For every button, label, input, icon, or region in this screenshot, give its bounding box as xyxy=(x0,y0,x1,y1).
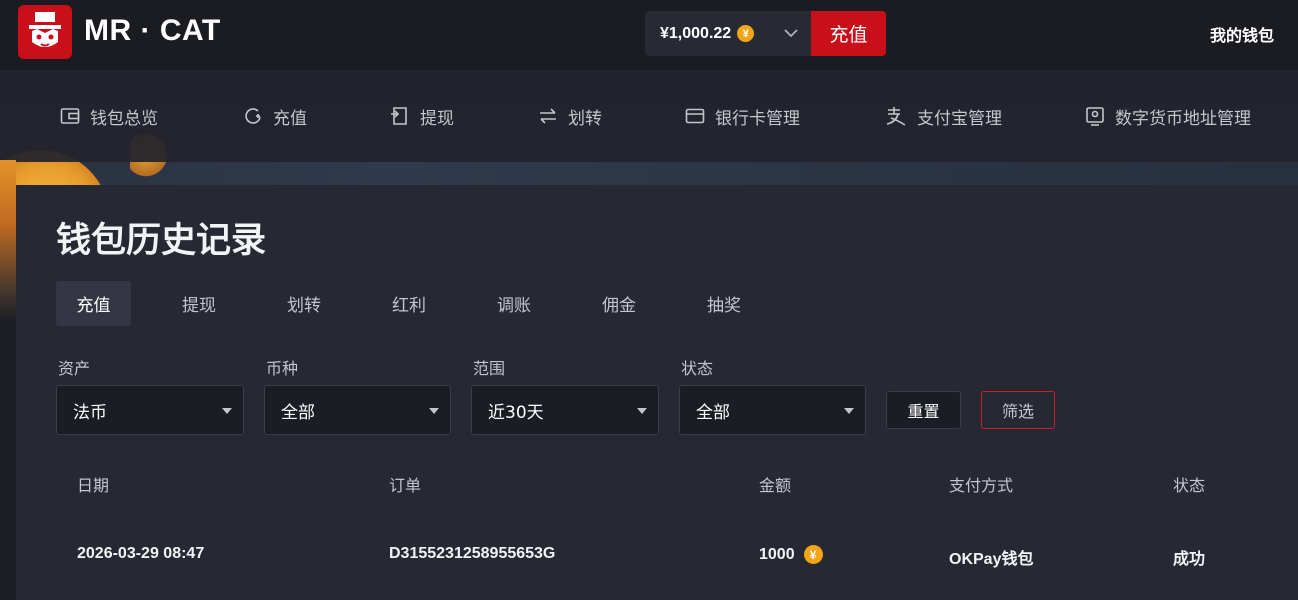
nav-item-recharge[interactable]: 充值 xyxy=(243,104,307,129)
column-header-order: 订单 xyxy=(389,476,422,495)
status-select[interactable]: 全部 xyxy=(679,385,866,435)
page-title: 钱包历史记录 xyxy=(56,221,267,261)
select-value: 全部 xyxy=(281,402,315,423)
transfer-icon xyxy=(540,108,556,124)
wallet-nav: 钱包总览 充值 提现 划转 银行卡管理 支付宝管理 数字货币地址管理 xyxy=(0,70,1298,162)
nav-item-alipay[interactable]: 支付宝管理 xyxy=(885,104,1002,129)
nav-item-transfer[interactable]: 划转 xyxy=(538,104,602,129)
nav-item-label: 划转 xyxy=(568,108,602,129)
chevron-down-icon xyxy=(784,29,798,38)
filter-button[interactable]: 筛选 xyxy=(981,391,1055,429)
select-value: 近30天 xyxy=(488,402,544,423)
coin-icon: ¥ xyxy=(737,25,755,42)
select-value: 法币 xyxy=(73,402,107,423)
row-amount-value: 1000 xyxy=(759,545,795,563)
nav-item-crypto-address[interactable]: 数字货币地址管理 xyxy=(1085,104,1251,129)
row-amount: 1000 ¥ xyxy=(759,545,823,564)
balance-selector[interactable]: ¥1,000.22 ¥ xyxy=(645,11,811,56)
column-header-payment: 支付方式 xyxy=(949,476,1014,495)
caret-down-icon xyxy=(637,408,647,414)
tab-adjustment[interactable]: 调账 xyxy=(478,281,550,326)
crypto-address-icon xyxy=(1086,107,1104,126)
recharge-icon xyxy=(245,108,261,124)
brand-name: MR · CAT xyxy=(84,14,221,47)
caret-down-icon xyxy=(429,408,439,414)
reset-button[interactable]: 重置 xyxy=(886,391,961,429)
nav-item-label: 支付宝管理 xyxy=(917,108,1002,129)
row-order-id: D3155231258955653G xyxy=(389,545,556,562)
coin-icon: ¥ xyxy=(803,545,823,564)
nav-item-label: 银行卡管理 xyxy=(715,108,800,129)
currency-select[interactable]: 全部 xyxy=(264,385,451,435)
withdraw-icon xyxy=(391,107,407,125)
tab-bonus[interactable]: 红利 xyxy=(373,281,445,326)
select-value: 全部 xyxy=(696,402,730,423)
top-bar: MR · CAT ¥1,000.22 ¥ 充值 我的钱包 xyxy=(0,0,1298,70)
alipay-icon xyxy=(886,107,906,126)
balance-amount: ¥1,000.22 xyxy=(660,24,732,42)
tab-lottery[interactable]: 抽奖 xyxy=(688,281,760,326)
row-date: 2026-03-29 08:47 xyxy=(77,545,205,562)
nav-item-label: 充值 xyxy=(273,108,307,129)
column-header-amount: 金额 xyxy=(759,476,792,495)
column-header-date: 日期 xyxy=(77,476,110,495)
column-header-status: 状态 xyxy=(1173,476,1206,495)
nav-item-bank-card[interactable]: 银行卡管理 xyxy=(685,104,800,129)
filter-label-currency: 币种 xyxy=(266,359,299,378)
row-payment-method: OKPay钱包 xyxy=(949,551,1034,568)
tab-commission[interactable]: 佣金 xyxy=(583,281,655,326)
bank-card-icon xyxy=(685,108,705,124)
nav-item-label: 提现 xyxy=(420,108,454,129)
my-wallet-link[interactable]: 我的钱包 xyxy=(1210,22,1274,46)
filter-label-asset: 资产 xyxy=(58,359,91,378)
recharge-button[interactable]: 充值 xyxy=(811,11,886,56)
asset-select[interactable]: 法币 xyxy=(56,385,244,435)
wallet-icon xyxy=(60,108,80,124)
tab-withdraw[interactable]: 提现 xyxy=(163,281,235,326)
nav-item-withdraw[interactable]: 提现 xyxy=(390,104,454,129)
logo[interactable] xyxy=(18,5,72,59)
row-status: 成功 xyxy=(1173,551,1206,568)
filter-label-range: 范围 xyxy=(473,359,506,378)
nav-item-label: 数字货币地址管理 xyxy=(1115,108,1251,129)
nav-item-label: 钱包总览 xyxy=(90,108,158,129)
nav-item-wallet-overview[interactable]: 钱包总览 xyxy=(60,104,158,129)
tab-transfer[interactable]: 划转 xyxy=(268,281,340,326)
caret-down-icon xyxy=(844,408,854,414)
range-select[interactable]: 近30天 xyxy=(471,385,659,435)
mascot-edge-art xyxy=(0,160,16,320)
filter-label-status: 状态 xyxy=(681,359,714,378)
tab-recharge[interactable]: 充值 xyxy=(56,281,131,326)
cat-logo-icon xyxy=(29,12,61,47)
caret-down-icon xyxy=(222,408,232,414)
